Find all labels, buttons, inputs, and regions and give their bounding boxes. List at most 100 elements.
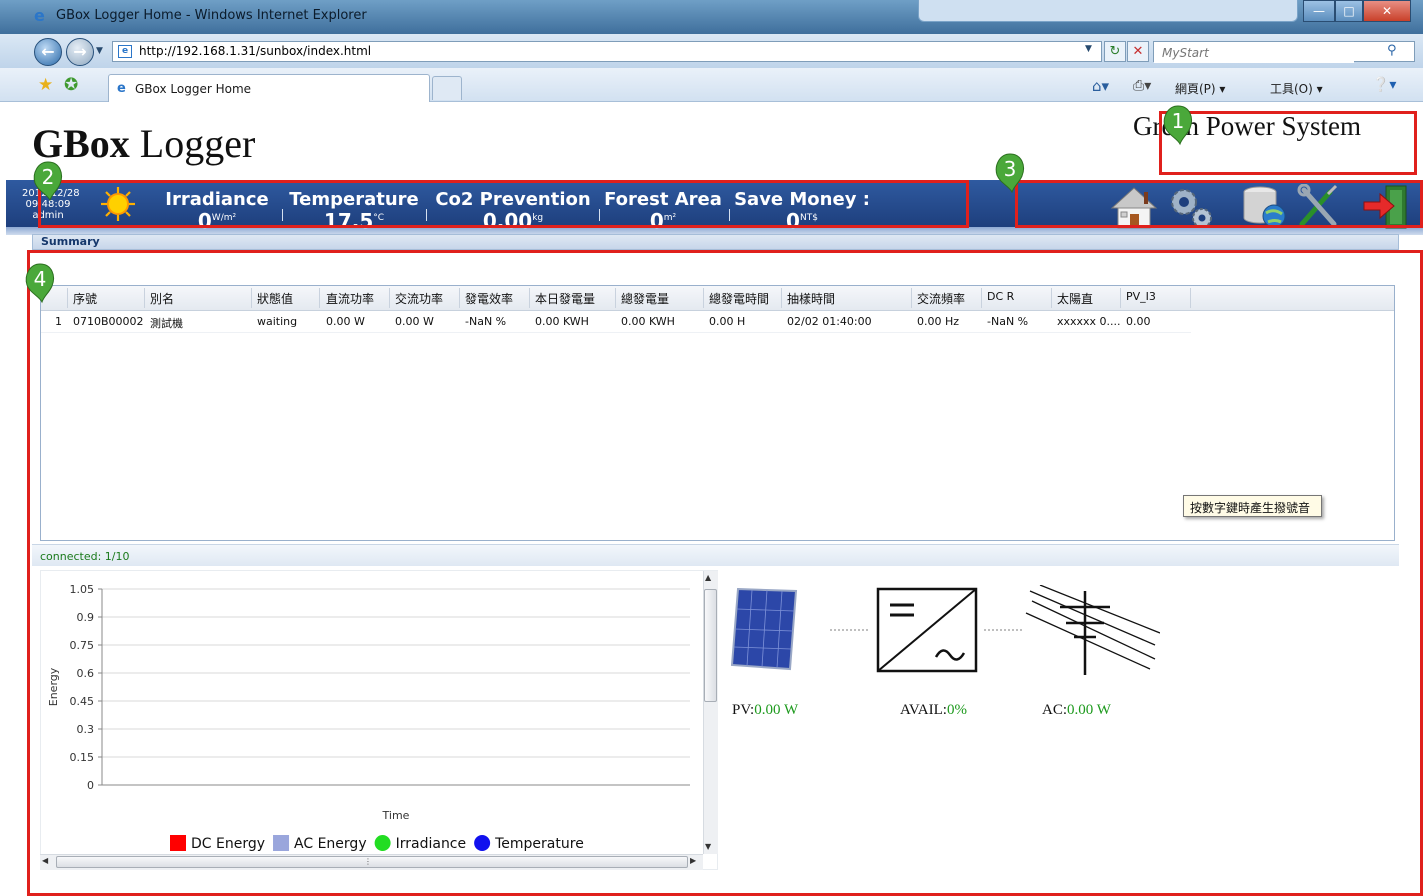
tab-gbox-logger-home[interactable]: e GBox Logger Home [108,74,430,102]
summary-header: Summary [32,234,1399,250]
ac-value: 0.00 W [1067,702,1111,718]
scroll-up-icon[interactable]: ▲ [705,573,711,582]
inverter-icon [876,587,978,673]
col-separator [615,288,616,308]
window-titlebar: e GBox Logger Home - Windows Internet Ex… [0,0,1423,34]
legend-swatch [374,835,391,851]
cell-total-energy: 0.00 KWH [621,315,675,328]
new-tab-button[interactable] [432,76,462,100]
col-header[interactable]: DC R [987,290,1014,303]
legend-swatch [273,835,290,851]
col-separator [981,288,982,308]
col-separator [911,288,912,308]
marker-number: 3 [1004,157,1017,181]
y-tick-label: 0.6 [77,667,95,680]
power-line-tower-icon [1025,585,1160,675]
page-menu[interactable]: 網頁(P) ▾ [1175,80,1225,97]
col-header[interactable]: 交流頻率 [917,290,965,307]
cell-dc-r: -NaN % [987,315,1029,328]
col-header[interactable]: 狀態值 [257,290,293,307]
highlight-box-2 [38,180,969,228]
y-tick-label: 0.9 [77,611,95,624]
chart-vertical-scroll-thumb[interactable] [704,589,717,702]
search-icon[interactable]: ⚲ [1387,43,1397,58]
ie-logo-icon: e [34,6,45,25]
scroll-left-icon[interactable]: ◀ [42,856,48,865]
col-header[interactable]: 太陽直 [1057,290,1093,307]
help-icon[interactable]: ❔▾ [1372,77,1396,93]
energy-chart: 1.05 0.9 0.75 0.6 0.45 0.3 0.15 0 Energy Time DC E… [47,583,690,852]
legend-swatch [170,835,186,851]
scroll-right-icon[interactable]: ▶ [690,856,696,865]
col-header[interactable]: 序號 [73,290,97,307]
col-separator [67,288,68,308]
col-header[interactable]: 總發電量 [621,290,669,307]
y-tick-label: 0 [87,779,94,792]
scroll-grip-icon: ⋮ [364,857,372,866]
cell-alias: 測試機 [150,317,183,330]
col-header[interactable]: 別名 [150,290,174,307]
col-header[interactable]: PV_I3 [1126,290,1156,303]
home-icon[interactable]: ⌂▾ [1092,77,1109,95]
back-button[interactable]: ← [34,38,62,66]
y-tick-label: 0.75 [70,639,95,652]
cell-serial: 0710B00002 [73,315,144,328]
tooltip: 按數字鍵時產生撥號音 [1183,495,1322,517]
col-separator [1051,288,1052,308]
pv-readout: PV:0.00 W [732,702,798,719]
search-box[interactable] [1153,41,1415,63]
col-header[interactable]: 本日發電量 [535,290,595,307]
tab-page-icon: e [117,81,126,96]
col-separator [781,288,782,308]
address-url[interactable]: http://192.168.1.31/sunbox/index.html [139,44,371,58]
col-header[interactable]: 總發電時間 [709,290,769,307]
col-header[interactable]: 抽樣時間 [787,290,835,307]
refresh-icon[interactable]: ↻ [1104,41,1126,62]
forward-button[interactable]: → [66,38,94,66]
address-dropdown-icon[interactable]: ▼ [1085,44,1092,54]
close-window-button[interactable]: ✕ [1363,0,1411,22]
col-header[interactable]: 交流功率 [395,290,443,307]
chart-horizontal-scroll-thumb[interactable] [56,856,688,868]
scroll-down-icon[interactable]: ▼ [705,842,711,851]
favorites-star-icon[interactable]: ★ [38,75,53,95]
solar-panel-icon [730,587,798,671]
row-index: 1 [55,315,62,328]
avail-readout: AVAIL:0% [900,702,967,719]
stop-icon[interactable]: ✕ [1127,41,1149,62]
col-separator [1190,288,1191,308]
search-input[interactable] [1154,43,1354,63]
legend-swatch [474,835,491,851]
cell-solar: xxxxxx 0.... [1057,315,1121,328]
history-dropdown-icon[interactable]: ▼ [96,46,103,56]
pv-value: 0.00 W [754,702,799,718]
address-bar[interactable]: e http://192.168.1.31/sunbox/index.html [112,41,1102,62]
page-icon: e [118,45,132,58]
legend-label: Irradiance [396,836,467,852]
cell-ac-power: 0.00 W [395,315,434,328]
tools-menu[interactable]: 工具(O) ▾ [1270,80,1323,97]
col-separator [459,288,460,308]
col-header[interactable]: 直流功率 [326,290,374,307]
callout-marker-3: 3 [995,153,1024,194]
cell-status: waiting [257,315,298,328]
title-bar-notch [918,0,1298,22]
maximize-button[interactable]: □ [1335,0,1363,22]
cell-total-hours: 0.00 H [709,315,746,328]
callout-marker-1: 1 [1163,105,1192,146]
ac-label: AC: [1042,702,1068,718]
minimize-button[interactable]: — [1303,0,1335,22]
marker-number: 4 [34,267,47,291]
highlight-box-3 [1015,180,1423,228]
cell-sample-time: 02/02 01:40:00 [787,315,872,328]
energy-flow-diagram [730,585,1160,675]
cell-ac-frequency: 0.00 Hz [917,315,960,328]
ac-readout: AC:0.00 W [1042,702,1111,719]
y-tick-label: 1.05 [70,583,95,596]
print-icon[interactable]: ⎙▾ [1133,78,1151,94]
col-header[interactable]: 發電效率 [465,290,513,307]
col-separator [251,288,252,308]
y-tick-label: 0.3 [77,723,95,736]
add-favorite-icon[interactable]: ✪ [64,75,78,95]
legend-label: DC Energy [191,836,265,852]
